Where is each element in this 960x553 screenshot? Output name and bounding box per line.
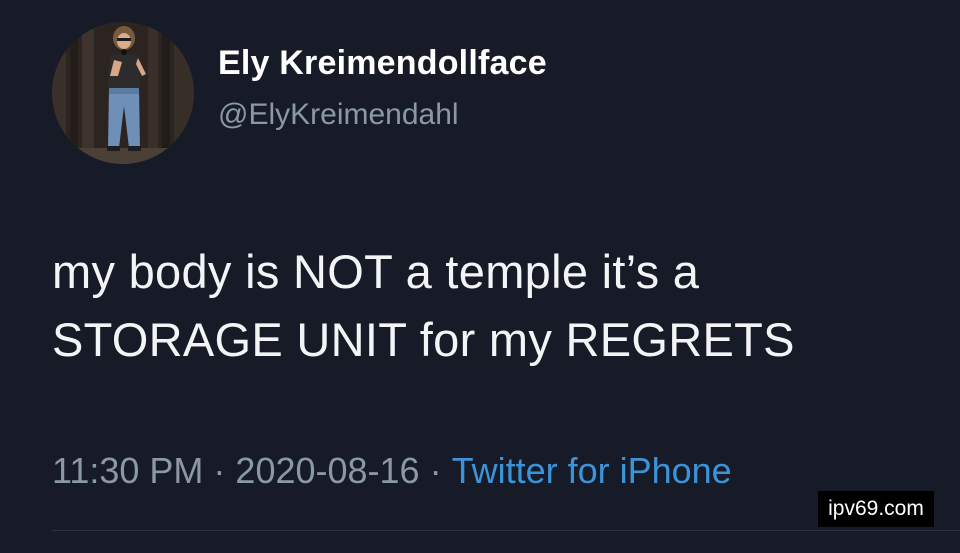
tweet-meta: 11:30 PM · 2020-08-16 · Twitter for iPhone bbox=[52, 450, 732, 492]
avatar[interactable] bbox=[52, 22, 194, 164]
profile-photo-icon bbox=[52, 22, 194, 164]
tweet-time[interactable]: 11:30 PM bbox=[52, 450, 203, 491]
meta-separator: · bbox=[213, 450, 226, 491]
tweet-card: Ely Kreimendollface @ElyKreimendahl my b… bbox=[0, 0, 960, 553]
tweet-source-link[interactable]: Twitter for iPhone bbox=[452, 450, 732, 491]
watermark: ipv69.com bbox=[818, 491, 934, 527]
divider bbox=[52, 530, 960, 531]
tweet-text-line: STORAGE UNIT for my REGRETS bbox=[52, 313, 795, 366]
tweet-text: my body is NOT a temple it’s a STORAGE U… bbox=[52, 238, 932, 374]
author-display-name[interactable]: Ely Kreimendollface bbox=[218, 44, 547, 83]
meta-separator: · bbox=[429, 450, 442, 491]
author-handle[interactable]: @ElyKreimendahl bbox=[218, 98, 459, 132]
tweet-text-line: my body is NOT a temple it’s a bbox=[52, 245, 700, 298]
tweet-date[interactable]: 2020-08-16 bbox=[235, 450, 419, 491]
